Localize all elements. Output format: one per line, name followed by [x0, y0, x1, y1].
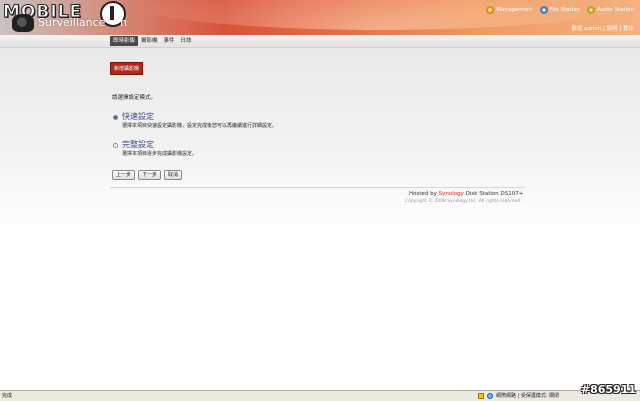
wizard-buttons: 上一步 下一步 取消 [112, 170, 183, 180]
banner-swoosh [120, 0, 640, 30]
option-full-setup[interactable]: 完整設定 選擇本項目逐步完成攝影機設定。 [113, 140, 197, 157]
management-link-label: Management [496, 7, 533, 13]
hosted-by: Hosted by Synology Disk Station DS107+ [409, 191, 523, 197]
status-zone-text: 網際網路 | 受保護模式: 關閉 [496, 393, 560, 399]
full-setup-desc: 選擇本項目逐步完成攝影機設定。 [122, 151, 198, 157]
audio-station-icon [587, 6, 596, 14]
app-title-suffix: n [120, 16, 127, 29]
copyright: Copyright © 2008 Synology Inc. All right… [405, 199, 522, 204]
option-quick-setup[interactable]: 快速設定 選擇本項目快速設定攝影機，設定完成後您可以再繼續進行詳細設定。 [113, 112, 277, 129]
file-station-icon [539, 6, 548, 14]
section-badge: 新增攝影機 [110, 62, 144, 75]
hosted-prefix: Hosted by [409, 191, 437, 197]
management-icon [486, 6, 495, 14]
nav-tabs: 即時影像 攝影機 事件 日誌 [110, 36, 195, 46]
footer-divider [110, 187, 525, 188]
full-setup-title: 完整設定 [122, 140, 154, 149]
user-links[interactable]: 歡迎 admin | 說明 | 登出 [571, 24, 634, 32]
status-text: 完成 [2, 393, 13, 399]
tab-events[interactable]: 事件 [161, 36, 178, 46]
globe-icon [487, 392, 493, 399]
hosted-brand: Synology [438, 191, 464, 197]
top-links: Management File Station Audio Station [486, 6, 634, 14]
file-station-link-label: File Station [549, 7, 581, 13]
nav-bar: 即時影像 攝影機 事件 日誌 [0, 35, 640, 48]
tab-logs[interactable]: 日誌 [178, 36, 195, 46]
cancel-button[interactable]: 取消 [164, 170, 183, 180]
tab-cameras[interactable]: 攝影機 [138, 36, 161, 46]
browser-status-bar: 完成 網際網路 | 受保護模式: 關閉 [0, 390, 640, 401]
hosted-suffix: Disk Station DS107+ [465, 191, 524, 197]
back-button[interactable]: 上一步 [112, 170, 136, 180]
tab-live-view[interactable]: 即時影像 [110, 36, 139, 46]
file-station-link[interactable]: File Station [539, 6, 581, 14]
warning-icon[interactable] [478, 392, 484, 399]
quick-setup-title: 快速設定 [122, 112, 154, 121]
quick-setup-desc: 選擇本項目快速設定攝影機，設定完成後您可以再繼續進行詳細設定。 [122, 123, 278, 129]
camera-logo-icon [12, 14, 34, 32]
header-banner: MOBILE Surveillance n Management File St… [0, 0, 640, 35]
app-title: Surveillance [38, 16, 106, 29]
watermark: #865911 [580, 383, 636, 396]
audio-station-link-label: Audio Station [597, 7, 634, 13]
setup-prompt: 請選擇設定模式。 [112, 95, 157, 101]
next-button[interactable]: 下一步 [138, 170, 162, 180]
full-setup-radio[interactable] [113, 143, 118, 148]
status-zone: 網際網路 | 受保護模式: 關閉 [478, 392, 559, 399]
audio-station-link[interactable]: Audio Station [587, 6, 634, 14]
main-area [0, 48, 640, 390]
quick-setup-radio[interactable] [113, 115, 118, 120]
management-link[interactable]: Management [486, 6, 533, 14]
